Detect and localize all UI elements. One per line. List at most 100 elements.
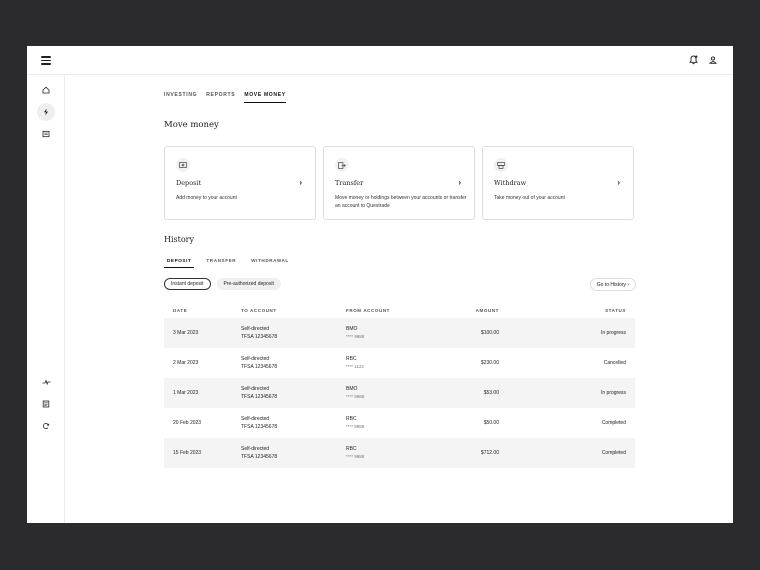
column-header-to-account: TO ACCOUNT bbox=[241, 307, 277, 313]
chevron-right-icon: › bbox=[299, 178, 302, 187]
card-title: Transfer bbox=[335, 179, 364, 187]
from-bank: BMO bbox=[346, 326, 358, 332]
card-title: Deposit bbox=[176, 179, 202, 187]
cell-date: 15 Feb 2023 bbox=[164, 438, 232, 468]
cell-from-account: RBC **** 9988 bbox=[337, 408, 443, 438]
cell-date: 3 Mar 2023 bbox=[164, 318, 232, 348]
cell-from-account: RBC **** 9988 bbox=[337, 438, 443, 468]
to-account-type: Self-directed bbox=[241, 356, 270, 362]
app-window: INVESTING REPORTS MOVE MONEY Move money … bbox=[27, 46, 733, 523]
go-to-history-button[interactable]: Go to History › bbox=[589, 278, 636, 291]
tab-deposit[interactable]: DEPOSIT bbox=[164, 258, 195, 268]
column-header-date: DATE bbox=[173, 307, 188, 313]
history-title: History bbox=[164, 235, 195, 244]
transfer-card[interactable]: Transfer › Move money or holdings betwee… bbox=[323, 146, 475, 220]
from-account-mask: **** 9988 bbox=[346, 334, 365, 339]
chevron-right-icon: › bbox=[458, 178, 461, 187]
notification-bell-icon[interactable] bbox=[687, 54, 699, 66]
news-icon[interactable] bbox=[37, 125, 55, 143]
from-bank: RBC bbox=[346, 446, 357, 452]
to-account-number: TFSA 12345678 bbox=[241, 394, 278, 400]
to-account-number: TFSA 12345678 bbox=[241, 334, 278, 340]
table-row[interactable]: 2 Mar 2023 Self-directed TFSA 12345678 RB… bbox=[164, 348, 635, 378]
cell-from-account: RBC **** 1122 bbox=[337, 348, 443, 378]
from-bank: RBC bbox=[346, 416, 357, 422]
column-header-from-account: FROM ACCOUNT bbox=[346, 307, 391, 313]
to-account-type: Self-directed bbox=[241, 446, 270, 452]
hamburger-menu-icon[interactable] bbox=[41, 56, 51, 65]
activity-icon[interactable] bbox=[37, 373, 55, 391]
deposit-icon bbox=[176, 158, 190, 172]
history-tabs: DEPOSIT TRANSFER WITHDRAWAL bbox=[164, 258, 292, 268]
home-icon[interactable] bbox=[37, 81, 55, 99]
lightning-icon[interactable] bbox=[37, 103, 55, 121]
to-account-type: Self-directed bbox=[241, 416, 270, 422]
from-account-mask: **** 1122 bbox=[346, 364, 364, 369]
column-header-amount: AMOUNT bbox=[475, 307, 499, 313]
refresh-icon[interactable] bbox=[37, 417, 55, 435]
top-tabs: INVESTING REPORTS MOVE MONEY bbox=[164, 92, 286, 103]
cell-status: Cancelled bbox=[603, 360, 626, 366]
tab-transfer[interactable]: TRANSFER bbox=[203, 258, 239, 268]
side-rail bbox=[27, 75, 65, 523]
table-row[interactable]: 3 Mar 2023 Self-directed TFSA 12345678 BM… bbox=[164, 318, 635, 348]
cell-to-account: Self-directed TFSA 12345678 bbox=[232, 408, 337, 438]
top-bar bbox=[27, 46, 733, 75]
cell-to-account: Self-directed TFSA 12345678 bbox=[232, 348, 337, 378]
documents-icon[interactable] bbox=[37, 395, 55, 413]
to-account-number: TFSA 12345678 bbox=[241, 364, 278, 370]
cell-amount: $100.00 bbox=[443, 318, 508, 348]
cell-status: In progress bbox=[508, 378, 635, 408]
tab-investing[interactable]: INVESTING bbox=[164, 92, 197, 103]
from-bank: RBC bbox=[346, 356, 357, 362]
cell-status: In progress bbox=[508, 318, 635, 348]
from-account-mask: **** 9988 bbox=[346, 424, 365, 429]
from-account-mask: **** 9988 bbox=[346, 454, 365, 459]
table-row[interactable]: 1 Mar 2023 Self-directed TFSA 12345678 BM… bbox=[164, 378, 635, 408]
table-row[interactable]: 15 Feb 2023 Self-directed TFSA 12345678 R… bbox=[164, 438, 635, 468]
filter-pre-authorized-deposit[interactable]: Pre-authorized deposit bbox=[216, 278, 281, 290]
card-description: Take money out of your account bbox=[494, 195, 565, 201]
transfer-icon bbox=[335, 158, 349, 172]
history-table: DATE TO ACCOUNT FROM ACCOUNT AMOUNT STAT… bbox=[164, 302, 635, 468]
to-account-number: TFSA 12345678 bbox=[241, 424, 278, 430]
card-title: Withdraw bbox=[494, 179, 527, 187]
withdraw-icon bbox=[494, 158, 508, 172]
user-profile-icon[interactable] bbox=[707, 54, 719, 66]
deposit-filters: Instant deposit Pre-authorized deposit bbox=[164, 278, 281, 290]
tab-reports[interactable]: REPORTS bbox=[206, 92, 235, 103]
cell-to-account: Self-directed TFSA 12345678 bbox=[232, 318, 337, 348]
card-description: Add money to your account bbox=[176, 195, 237, 201]
to-account-type: Self-directed bbox=[241, 386, 270, 392]
cell-date: 20 Feb 2023 bbox=[173, 420, 202, 426]
cell-from-account: BMO **** 9988 bbox=[337, 318, 443, 348]
to-account-number: TFSA 12345678 bbox=[241, 454, 278, 460]
cell-from-account: BMO **** 9988 bbox=[337, 378, 443, 408]
card-description: Move money or holdings between your acco… bbox=[335, 195, 467, 209]
page-title: Move money bbox=[164, 120, 219, 130]
to-account-type: Self-directed bbox=[241, 326, 270, 332]
from-bank: BMO bbox=[346, 386, 358, 392]
chevron-right-icon: › bbox=[617, 178, 620, 187]
deposit-card[interactable]: Deposit › Add money to your account bbox=[164, 146, 316, 220]
filter-instant-deposit[interactable]: Instant deposit bbox=[164, 278, 211, 290]
go-to-history-label: Go to History bbox=[596, 282, 626, 288]
cell-amount: $230.00 bbox=[480, 360, 499, 366]
from-account-mask: **** 9988 bbox=[346, 394, 365, 399]
cell-to-account: Self-directed TFSA 12345678 bbox=[232, 378, 337, 408]
tab-withdrawal[interactable]: WITHDRAWAL bbox=[248, 258, 292, 268]
cell-status: Completed bbox=[601, 420, 626, 426]
cell-to-account: Self-directed TFSA 12345678 bbox=[232, 438, 337, 468]
cell-date: 2 Mar 2023 bbox=[173, 360, 199, 366]
cell-amount: $50.00 bbox=[483, 420, 499, 426]
tab-move-money[interactable]: MOVE MONEY bbox=[244, 92, 286, 103]
table-row[interactable]: 20 Feb 2023 Self-directed TFSA 12345678 R… bbox=[164, 408, 635, 438]
column-header-status: STATUS bbox=[605, 307, 626, 313]
cell-status: Completed bbox=[508, 438, 635, 468]
cell-amount: $53.00 bbox=[443, 378, 508, 408]
withdraw-card[interactable]: Withdraw › Take money out of your accoun… bbox=[482, 146, 634, 220]
action-cards: Deposit › Add money to your account Tran… bbox=[164, 146, 634, 220]
table-header-row: DATE TO ACCOUNT FROM ACCOUNT AMOUNT STAT… bbox=[164, 302, 635, 318]
cell-amount: $712.00 bbox=[443, 438, 508, 468]
cell-date: 1 Mar 2023 bbox=[164, 378, 232, 408]
